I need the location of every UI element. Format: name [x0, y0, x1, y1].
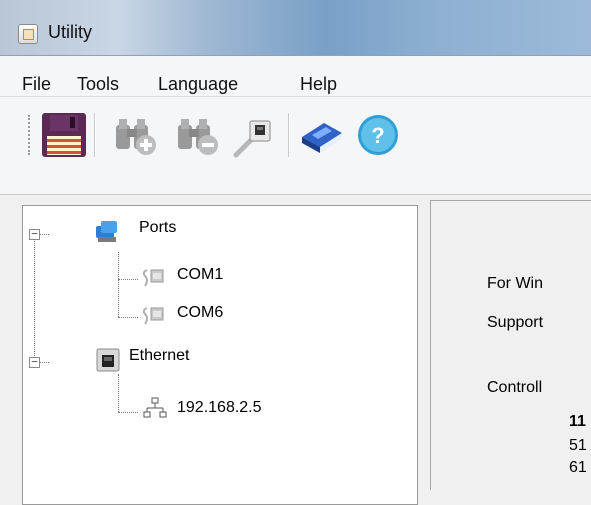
menu-help[interactable]: Help	[300, 74, 337, 95]
app-icon	[18, 24, 38, 44]
toolbar-separator	[288, 113, 290, 157]
menu-tools[interactable]: Tools	[77, 74, 119, 95]
ethernet-icon	[95, 347, 121, 378]
menu-bar: File Tools Language Help	[0, 56, 591, 97]
tree-node-label: COM6	[177, 304, 224, 321]
tree-node-ethernet[interactable]: Ethernet	[95, 347, 190, 372]
help-icon[interactable]: ?	[354, 111, 402, 159]
serial-port-icon	[142, 264, 167, 293]
tree-connector	[118, 317, 138, 318]
ethernet-plug-icon[interactable]	[230, 111, 278, 159]
tree-connector	[118, 252, 119, 317]
tree-node-label: 192.168.2.5	[177, 399, 262, 416]
save-icon[interactable]	[40, 111, 88, 159]
ports-icon	[95, 219, 121, 250]
content-panel: For Win Support Controll 11 51 61	[430, 200, 591, 490]
window-title: Utility	[48, 22, 92, 42]
tree-node-ip[interactable]: 192.168.2.5	[143, 397, 262, 418]
expander-collapse-icon[interactable]: −	[29, 229, 40, 240]
tree-node-ports[interactable]: Ports	[95, 219, 177, 242]
tree-node-label: COM1	[177, 266, 224, 283]
toolbar-grip[interactable]	[28, 115, 34, 155]
tree-node-label: Ports	[139, 219, 177, 236]
info-line: 11	[569, 413, 586, 430]
network-icon	[143, 397, 167, 426]
expander-collapse-icon[interactable]: −	[29, 357, 40, 368]
serial-port-icon	[142, 302, 167, 331]
menu-language[interactable]: Language	[158, 74, 238, 95]
info-line: 51	[569, 437, 587, 454]
tree-node-com1[interactable]: COM1	[142, 266, 224, 287]
svg-text:?: ?	[371, 123, 384, 148]
tree-node-com6[interactable]: COM6	[142, 304, 224, 325]
menu-file[interactable]: File	[22, 74, 51, 95]
toolbar-separator	[94, 113, 96, 157]
search-remove-icon[interactable]	[174, 111, 222, 159]
device-tree[interactable]: − Ports COM1 COM6 − Ethernet 192.168.2.5	[22, 205, 418, 505]
search-add-icon[interactable]	[112, 111, 160, 159]
tree-node-label: Ethernet	[129, 347, 190, 364]
info-line: Support	[487, 314, 544, 331]
tree-connector	[118, 374, 119, 412]
manual-book-icon[interactable]	[298, 111, 346, 159]
toolbar: ?	[0, 97, 591, 195]
info-line: For Win	[487, 275, 543, 292]
tree-connector	[118, 412, 138, 413]
info-line: 61	[569, 459, 587, 476]
info-line: Controll	[487, 379, 543, 396]
tree-connector	[34, 234, 35, 362]
title-bar[interactable]: Utility	[0, 0, 591, 56]
tree-connector	[118, 279, 138, 280]
